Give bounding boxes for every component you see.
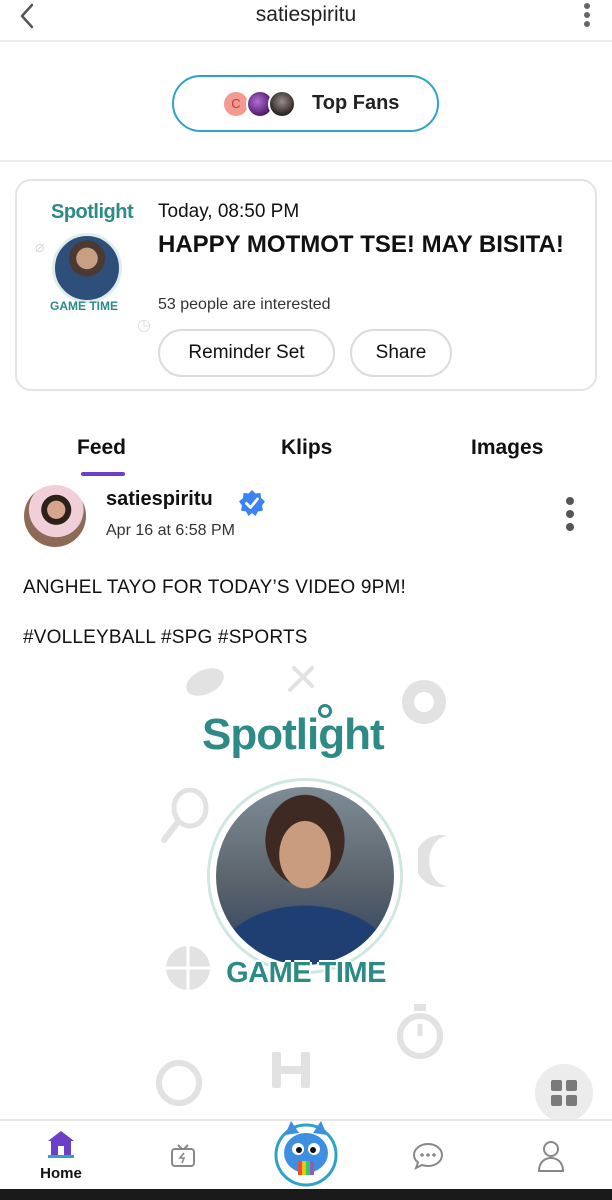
tennis-ball-icon — [156, 1060, 202, 1106]
post-date: Apr 16 at 6:58 PM — [106, 522, 235, 539]
home-icon — [48, 1131, 74, 1158]
system-nav-bar — [0, 1189, 612, 1200]
fan-avatars: C — [222, 90, 302, 120]
divider — [0, 160, 612, 162]
tv-icon — [171, 1144, 195, 1167]
tab-klips[interactable]: Klips — [281, 436, 332, 460]
spotlight-logo: Spotlight — [51, 201, 134, 223]
interest-count: 53 people are interested — [158, 296, 331, 313]
top-fans-button[interactable]: C Top Fans — [172, 75, 439, 132]
spotlight-logo: Spotlight — [202, 710, 385, 759]
event-thumbnail: ⌀ ◷ Spotlight GAME TIME — [31, 191, 157, 334]
event-time: Today, 08:50 PM — [158, 201, 300, 222]
game-time-badge: GAME TIME — [50, 299, 118, 313]
event-card[interactable]: ⌀ ◷ Spotlight GAME TIME Today, 08:50 PM … — [15, 179, 597, 391]
post-options-icon[interactable] — [563, 497, 577, 537]
football-icon — [186, 668, 224, 696]
tennis-racket-icon — [161, 788, 209, 843]
avatar[interactable] — [24, 485, 86, 547]
tennis-racket-icon: ⌀ — [35, 239, 45, 256]
logo-dot — [318, 704, 332, 718]
stopwatch-icon: ◷ — [137, 317, 151, 334]
nav-profile[interactable] — [534, 1121, 568, 1191]
game-time-badge: GAME TIME — [226, 957, 386, 989]
grid-view-button[interactable] — [535, 1064, 593, 1122]
post-hashtags[interactable]: #VOLLEYBALL #SPG #SPORTS — [23, 627, 308, 649]
stopwatch-icon — [397, 1004, 443, 1059]
more-options-icon[interactable] — [580, 0, 594, 30]
verified-badge-icon — [239, 490, 265, 516]
grid-icon — [566, 1095, 577, 1106]
post-username[interactable]: satiespiritu — [106, 488, 213, 511]
top-bar: satiespiritu — [0, 0, 612, 42]
nav-chat[interactable] — [408, 1121, 448, 1191]
grid-icon — [551, 1095, 562, 1106]
mascot-button[interactable] — [273, 1101, 339, 1189]
share-button[interactable]: Share — [350, 329, 452, 377]
active-tab-indicator — [81, 472, 125, 476]
tab-feed[interactable]: Feed — [77, 436, 126, 460]
page-title: satiespiritu — [255, 3, 357, 26]
event-title: HAPPY MOTMOT TSE! MAY BISITA! — [158, 231, 564, 258]
grid-icon — [566, 1080, 577, 1091]
ball-icon — [402, 680, 446, 724]
profile-icon — [537, 1141, 565, 1172]
event-avatar — [52, 233, 122, 303]
nav-home-label: Home — [40, 1165, 82, 1182]
reminder-set-button[interactable]: Reminder Set — [158, 329, 335, 377]
nav-home[interactable]: Home — [31, 1121, 91, 1191]
post-text: ANGHEL TAYO FOR TODAY’S VIDEO 9PM! — [23, 577, 407, 598]
badminton-icon — [288, 666, 314, 692]
nav-tv[interactable] — [166, 1121, 202, 1191]
player-portrait — [210, 781, 400, 971]
chat-icon — [412, 1142, 444, 1171]
post-image[interactable]: Spotlight GAME TIME — [150, 660, 462, 1118]
dumbbell-icon — [272, 1052, 310, 1088]
top-fans-label: Top Fans — [312, 92, 400, 114]
tab-images[interactable]: Images — [471, 436, 543, 460]
crescent-ball-icon — [418, 835, 448, 887]
fan-avatar — [268, 90, 296, 118]
grid-icon — [551, 1080, 562, 1091]
mascot-icon — [274, 1121, 338, 1187]
